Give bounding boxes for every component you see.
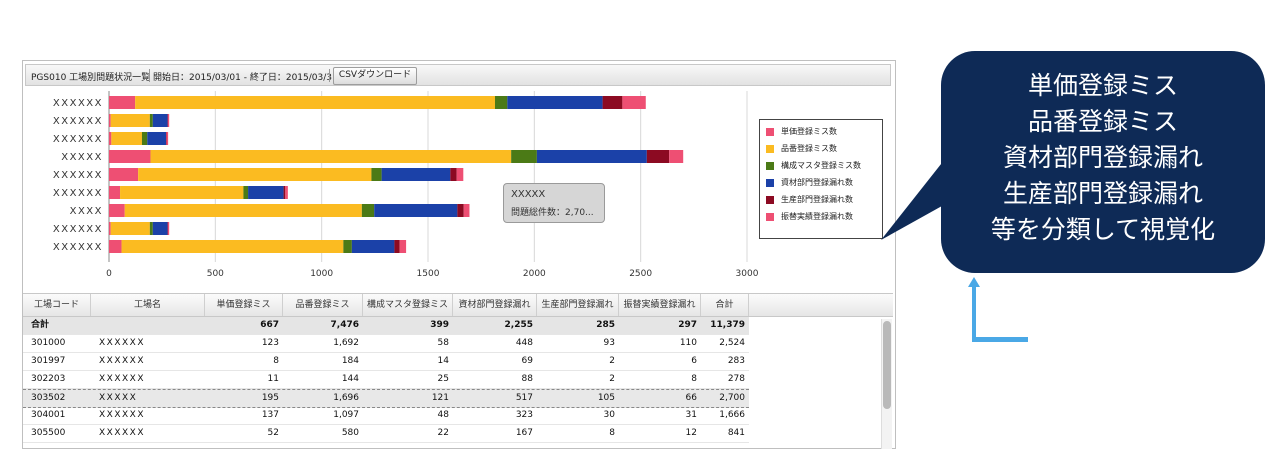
up-arrow-icon <box>968 275 1032 347</box>
callout-line: 単価登録ミス <box>941 68 1265 104</box>
callout-line: 資材部門登録漏れ <box>941 140 1265 176</box>
callout-line: 品番登録ミス <box>941 104 1265 140</box>
callout-line: 等を分類して視覚化 <box>941 212 1265 248</box>
callout-text: 単価登録ミス品番登録ミス資材部門登録漏れ生産部門登録漏れ等を分類して視覚化 <box>941 68 1265 248</box>
callout-line: 生産部門登録漏れ <box>941 176 1265 212</box>
